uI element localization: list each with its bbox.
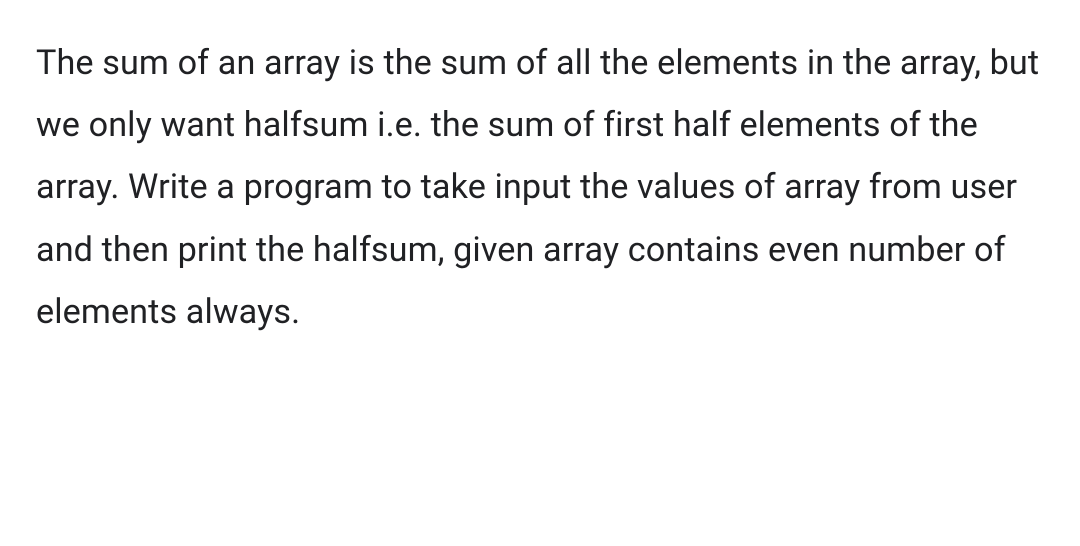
problem-statement-text: The sum of an array is the sum of all th… xyxy=(36,32,1046,343)
